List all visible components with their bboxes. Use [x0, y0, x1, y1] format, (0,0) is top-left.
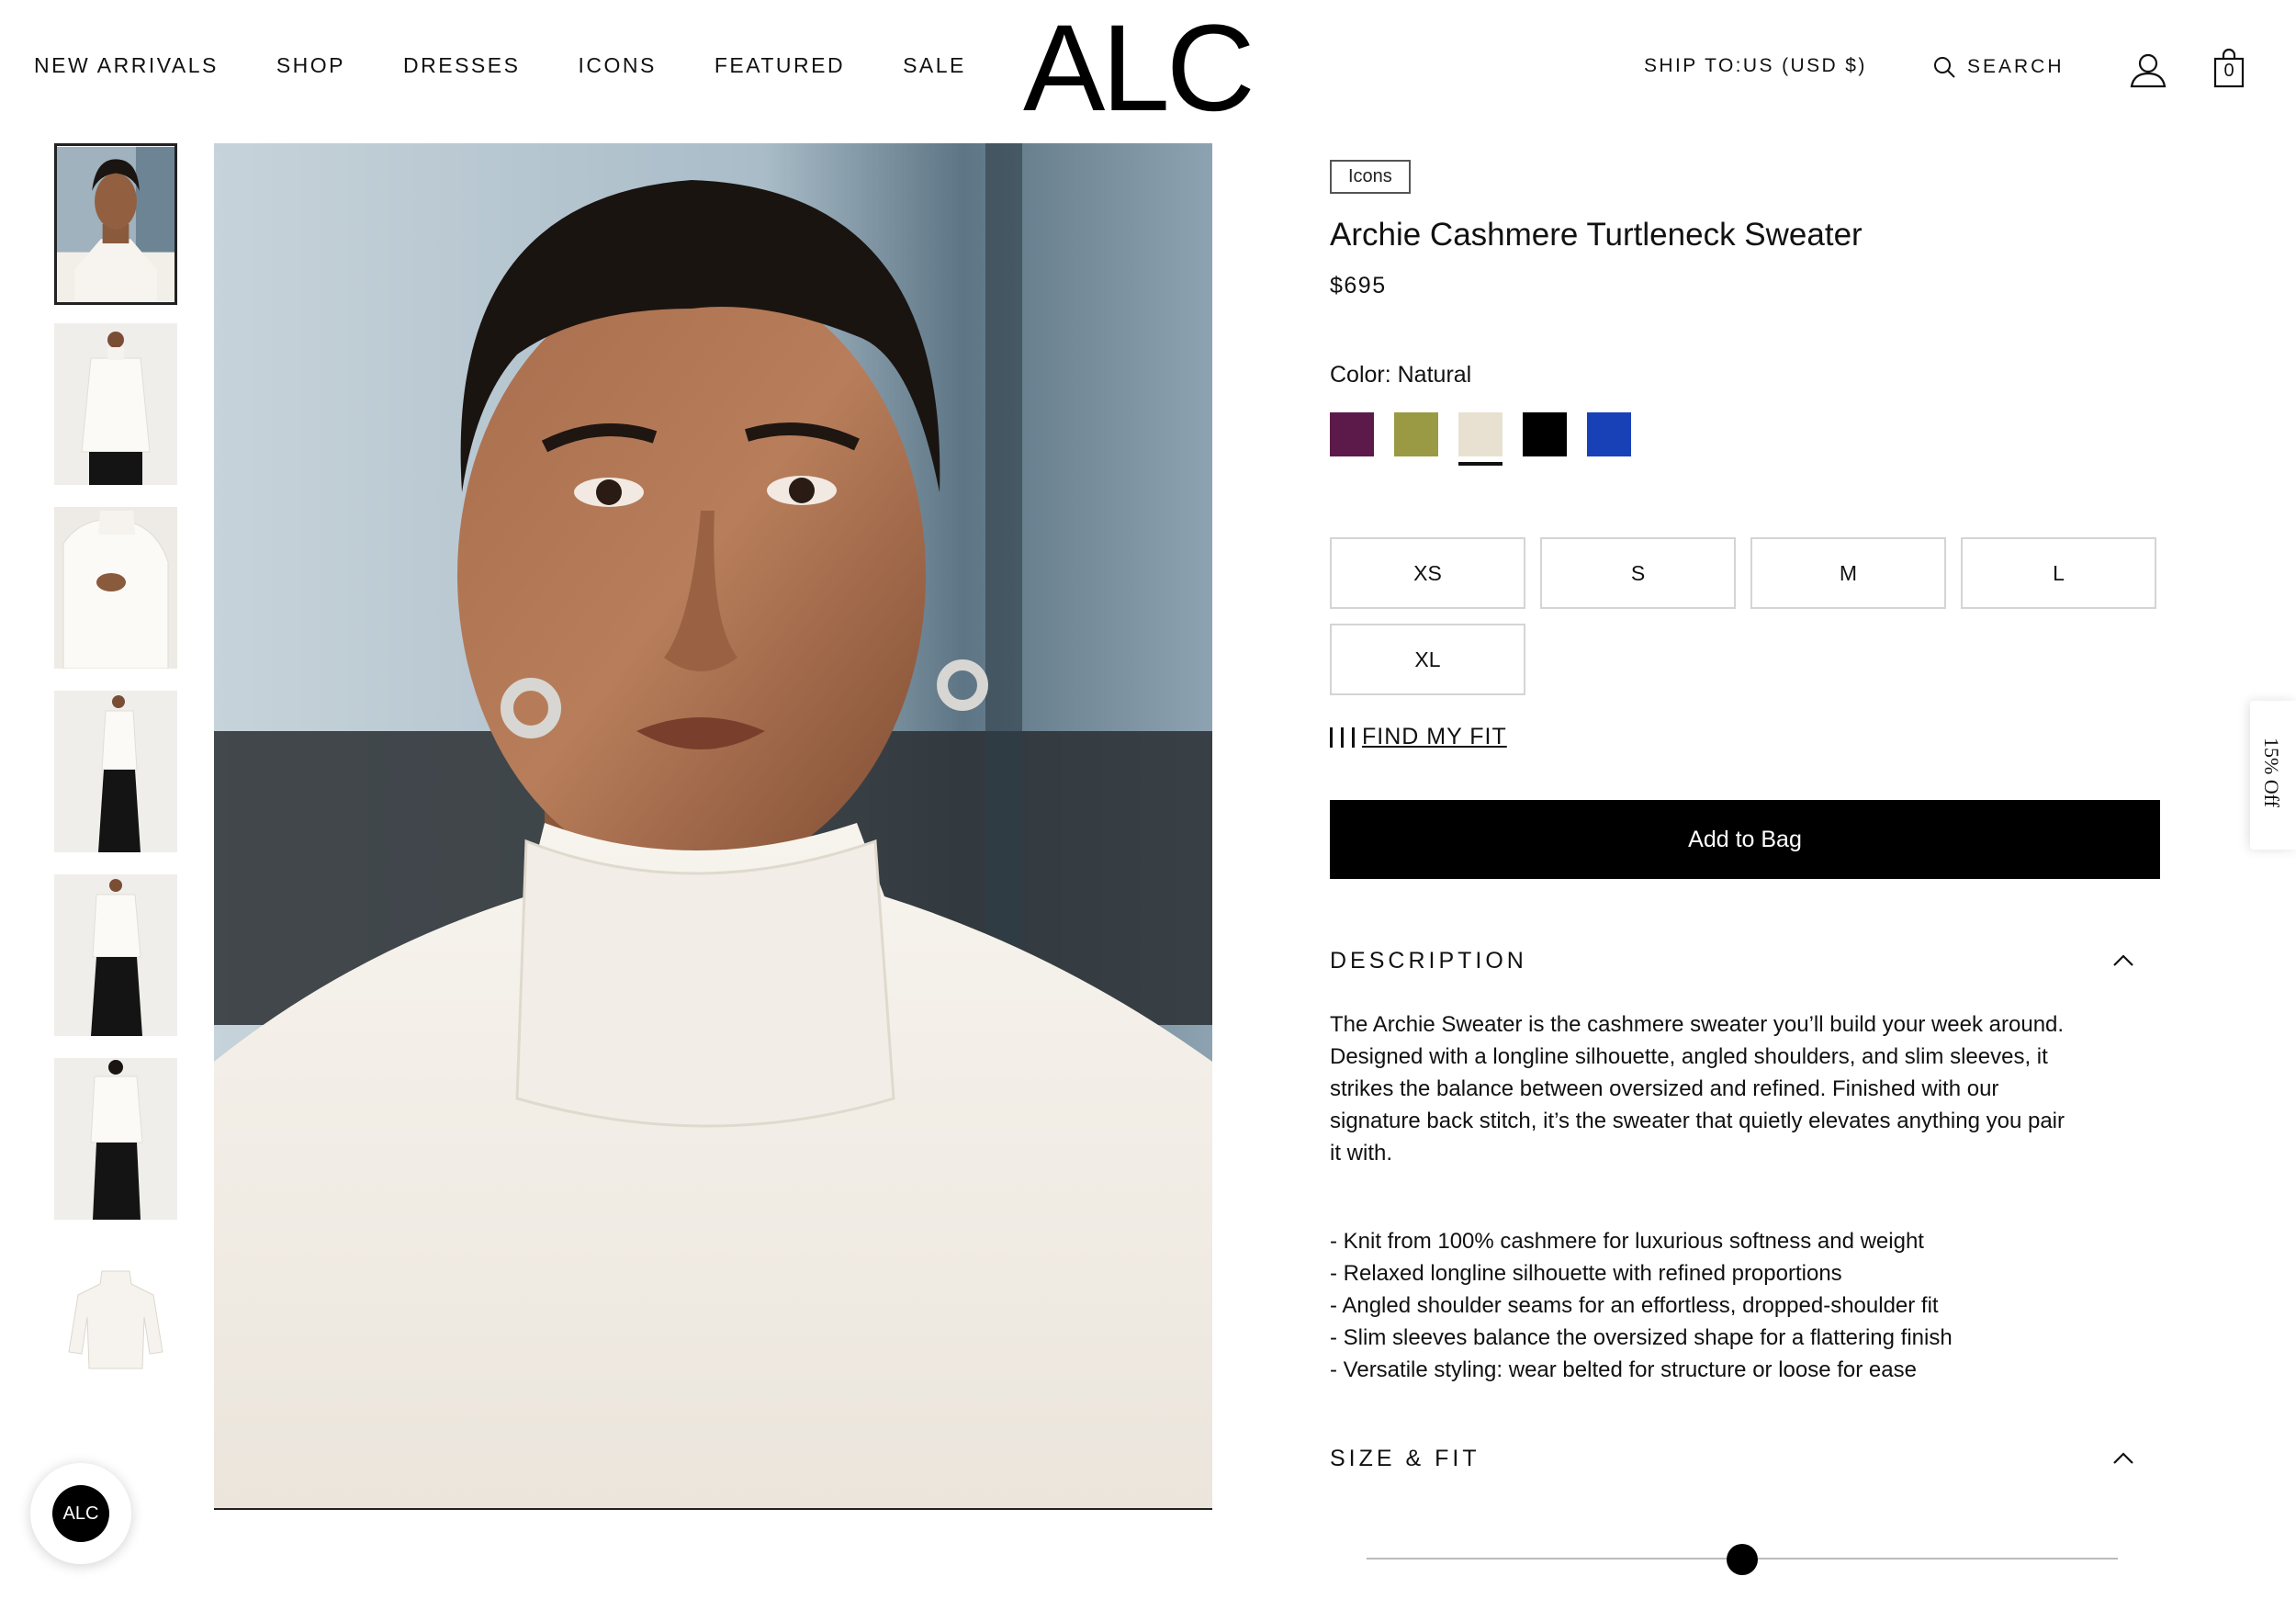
account-icon[interactable]: [2129, 50, 2167, 88]
model-side-profile-thumb: [54, 691, 177, 852]
find-my-fit[interactable]: FIND MY FIT: [1330, 724, 1507, 750]
add-to-bag-button[interactable]: Add to Bag: [1330, 800, 2160, 879]
color-swatch-black[interactable]: [1523, 412, 1567, 456]
site-header: NEW ARRIVALS SHOP DRESSES ICONS FEATURED…: [0, 0, 2296, 143]
model-sleeve-detail-thumb: [54, 507, 177, 669]
thumbnail-5[interactable]: [54, 874, 177, 1036]
chevron-up-icon: [2113, 954, 2133, 966]
ship-to-selector[interactable]: SHIP TO:US (USD $): [1644, 55, 1867, 77]
description-heading: DESCRIPTION: [1330, 947, 1527, 974]
size-m-button[interactable]: M: [1750, 537, 1946, 609]
main-nav: NEW ARRIVALS SHOP DRESSES ICONS FEATURED…: [34, 53, 1024, 78]
model-full-front-thumb: [54, 323, 177, 485]
brand-logo[interactable]: ALC: [1023, 7, 1255, 130]
discount-side-tab[interactable]: 15% Off: [2250, 701, 2296, 850]
color-label: Color: Natural: [1330, 362, 1472, 388]
feature-item: - Versatile styling: wear belted for str…: [1330, 1357, 1917, 1382]
model-face-closeup-thumb: [57, 146, 174, 302]
description-line: strikes the balance between oversized an…: [1330, 1076, 1999, 1101]
collection-tag[interactable]: Icons: [1330, 160, 1411, 194]
feature-list: - Knit from 100% cashmere for luxurious …: [1330, 1225, 2160, 1386]
search-button[interactable]: SEARCH: [1932, 55, 2065, 79]
nav-sale[interactable]: SALE: [903, 53, 966, 78]
thumbnail-7[interactable]: [54, 1242, 177, 1403]
size-s-button[interactable]: S: [1540, 537, 1736, 609]
product-price: $695: [1330, 273, 1387, 298]
thumbnail-1[interactable]: [54, 143, 177, 305]
nav-new-arrivals[interactable]: NEW ARRIVALS: [34, 53, 219, 78]
fit-scale-indicator[interactable]: [1727, 1544, 1758, 1575]
chevron-up-icon: [2113, 1452, 2133, 1464]
thumbnail-6[interactable]: [54, 1058, 177, 1220]
nav-featured[interactable]: FEATURED: [715, 53, 845, 78]
nav-shop[interactable]: SHOP: [276, 53, 345, 78]
color-swatch-olive[interactable]: [1394, 412, 1438, 456]
size-xl-button[interactable]: XL: [1330, 624, 1525, 695]
sweater-flat-lay-thumb: [54, 1242, 177, 1403]
search-icon: [1934, 57, 1955, 78]
discount-tab-label: 15% Off: [2260, 738, 2283, 807]
shopping-bag-button[interactable]: 0: [2213, 48, 2245, 88]
description-line: Designed with a longline silhouette, ang…: [1330, 1044, 2048, 1069]
thumbnail-2[interactable]: [54, 323, 177, 485]
nav-icons[interactable]: ICONS: [578, 53, 656, 78]
color-swatch-blue[interactable]: [1587, 412, 1631, 456]
bag-count: 0: [2223, 61, 2234, 81]
feature-item: - Knit from 100% cashmere for luxurious …: [1330, 1229, 1924, 1254]
size-fit-heading: SIZE & FIT: [1330, 1445, 1480, 1471]
description-line: it with.: [1330, 1141, 1393, 1165]
color-swatch-purple[interactable]: [1330, 412, 1374, 456]
model-portrait-image: [214, 143, 1212, 1508]
feature-item: - Relaxed longline silhouette with refin…: [1330, 1261, 1842, 1286]
thumbnail-4[interactable]: [54, 691, 177, 852]
chat-widget-button[interactable]: ALC: [30, 1463, 131, 1564]
nav-dresses[interactable]: DRESSES: [403, 53, 520, 78]
feature-item: - Slim sleeves balance the oversized sha…: [1330, 1325, 1953, 1350]
chat-badge-logo: ALC: [52, 1485, 109, 1542]
size-xs-button[interactable]: XS: [1330, 537, 1525, 609]
size-fit-accordion-header[interactable]: SIZE & FIT: [1330, 1440, 2160, 1477]
description-accordion-header[interactable]: DESCRIPTION: [1330, 942, 2160, 979]
model-hands-in-pockets-thumb: [54, 874, 177, 1036]
model-back-view-thumb: [54, 1058, 177, 1220]
fit-bars-icon: [1330, 726, 1355, 748]
size-options: XS S M L XL: [1330, 537, 2160, 695]
product-title: Archie Cashmere Turtleneck Sweater: [1330, 217, 1863, 253]
main-product-image[interactable]: [214, 143, 1212, 1510]
description-text: The Archie Sweater is the cashmere sweat…: [1330, 1008, 2160, 1169]
description-line: The Archie Sweater is the cashmere sweat…: [1330, 1012, 2065, 1037]
color-swatches: [1330, 412, 1631, 466]
thumbnail-3[interactable]: [54, 507, 177, 669]
feature-item: - Angled shoulder seams for an effortles…: [1330, 1293, 1939, 1318]
search-label: SEARCH: [1967, 56, 2065, 77]
color-swatch-natural[interactable]: [1458, 412, 1503, 466]
size-l-button[interactable]: L: [1961, 537, 2156, 609]
description-line: signature back stitch, it’s the sweater …: [1330, 1109, 2065, 1133]
find-my-fit-link[interactable]: FIND MY FIT: [1362, 724, 1507, 750]
